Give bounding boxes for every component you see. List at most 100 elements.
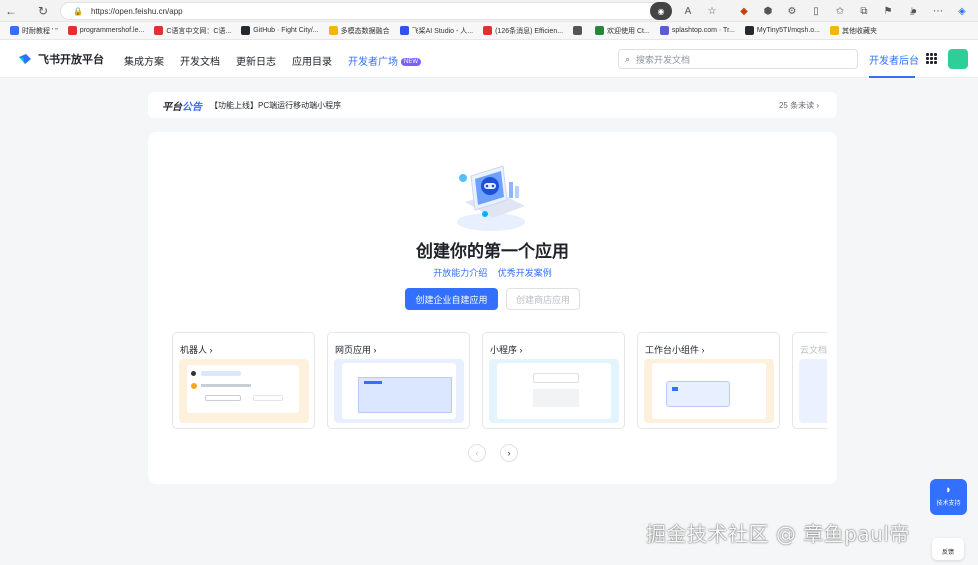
nav-item-developer-plaza-label: 开发者广场 <box>348 57 398 68</box>
app-grid-icon[interactable] <box>926 53 937 64</box>
extensions-icon[interactable]: ⚑ <box>880 2 896 20</box>
bookmark-item[interactable]: 飞桨AI Studio - 人... <box>399 26 474 36</box>
avatar[interactable] <box>948 49 968 69</box>
bookmark-item[interactable]: (126条消息) Efficien... <box>483 26 563 36</box>
bookmarks-bar: 时耐教程 ' " programmershof.le... C语言中文网：C语...… <box>0 22 978 40</box>
bookmark-label: (126条消息) Efficien... <box>495 27 564 35</box>
watermark: 掘金技术社区 @ 章鱼paul帝 <box>646 522 910 546</box>
bookmark-label: C语言中文网：C语... <box>166 27 232 35</box>
app-type-card-miniapp[interactable]: 小程序 › <box>482 332 625 429</box>
app-type-card-widget[interactable]: 工作台小组件 › <box>637 332 780 429</box>
developer-console-link[interactable]: 开发者后台 <box>869 52 919 67</box>
address-url: https://open.feishu.cn/app <box>90 6 183 16</box>
bookmark-item[interactable] <box>573 26 585 35</box>
extension-gear-icon[interactable]: ⚙ <box>784 2 800 20</box>
nav-item-solutions[interactable]: 集成方案 <box>124 53 164 68</box>
back-icon[interactable]: ← <box>0 0 22 22</box>
support-label: 技术支持 <box>936 501 961 507</box>
chevron-right-icon: › <box>816 101 819 110</box>
bookmark-item[interactable]: C语言中文网：C语... <box>154 26 231 36</box>
split-screen-icon[interactable]: ▯ <box>808 2 824 20</box>
card-preview <box>799 359 827 423</box>
bookmark-label: splashtop.com · Tr... <box>671 27 735 34</box>
nav-item-docs[interactable]: 开发文档 <box>180 53 220 68</box>
bookmark-item[interactable]: 其他收藏夹 <box>830 26 877 36</box>
bookmark-item[interactable]: GitHub · Fight City/... <box>241 26 319 35</box>
bookmark-label: MyTiny5TI/mqsh.o... <box>756 27 821 34</box>
bookmark-item[interactable]: 多模态数据融合 <box>328 26 390 36</box>
announcement-bar[interactable]: 平台公告 【功能上线】PC端运行移动端小程序 25 条未读 › <box>148 92 837 118</box>
card-preview <box>334 359 464 423</box>
card-preview <box>644 359 774 423</box>
search-placeholder: 搜索开发文档 <box>636 54 691 65</box>
chevron-right-icon: › <box>209 345 213 355</box>
card-title: 工作台小组件 › <box>645 345 705 355</box>
profile-avatar-icon[interactable]: ● <box>906 2 922 20</box>
extension-shield-icon[interactable]: ⬢ <box>760 2 776 20</box>
copilot-icon[interactable]: ◈ <box>954 2 970 20</box>
announcement-unread-count[interactable]: 25 条未读 › <box>779 100 819 111</box>
favorites-icon[interactable]: ✩ <box>832 2 848 20</box>
main-nav: 集成方案 开发文档 更新日志 应用目录 开发者广场 NEW <box>124 53 421 68</box>
card-preview <box>489 359 619 423</box>
bookmark-favicon-icon <box>399 26 409 35</box>
bookmark-favicon-icon <box>830 26 840 35</box>
chevron-right-icon: › <box>519 345 523 355</box>
read-aloud-icon[interactable]: A <box>680 2 696 20</box>
app-type-card-bot[interactable]: 机器人 › <box>172 332 315 429</box>
nav-item-changelog[interactable]: 更新日志 <box>236 53 276 68</box>
create-custom-app-button[interactable]: 创建企业自建应用 <box>405 288 498 310</box>
brand[interactable]: 飞书开放平台 <box>18 51 104 67</box>
extension-icon[interactable]: ◆ <box>736 2 752 20</box>
page-title: 创建你的第一个应用 <box>416 242 569 261</box>
create-store-app-button[interactable]: 创建商店应用 <box>506 288 580 310</box>
tech-support-button[interactable]: ◗ 技术支持 <box>930 479 967 515</box>
search-input[interactable]: ⌕ 搜索开发文档 <box>618 49 858 69</box>
new-badge: NEW <box>401 58 421 67</box>
bookmark-favicon-icon <box>659 26 669 35</box>
bookmark-item[interactable]: 时耐教程 ' " <box>10 26 58 36</box>
lock-icon: 🔒 <box>73 6 83 16</box>
brand-name: 飞书开放平台 <box>38 54 104 66</box>
browser-toolbar: ← ↻ 🔒 https://open.feishu.cn/app ◉ A ☆ ◆… <box>0 0 978 22</box>
bookmark-favicon-icon <box>573 26 583 35</box>
feedback-button[interactable]: 反馈 <box>932 538 964 560</box>
bookmark-favicon-icon <box>483 26 493 35</box>
carousel-prev-button[interactable]: ‹ <box>468 444 486 462</box>
tracking-icon[interactable]: ◉ <box>650 2 672 20</box>
bookmark-favicon-icon <box>67 26 77 35</box>
app-type-card-web[interactable]: 网页应用 › <box>327 332 470 429</box>
intro-links: 开放能力介绍 优秀开发案例 <box>148 266 837 279</box>
chevron-right-icon: › <box>701 345 705 355</box>
bookmark-item[interactable]: programmershof.le... <box>67 26 145 35</box>
nav-item-developer-plaza[interactable]: 开发者广场 NEW <box>348 53 421 68</box>
bookmark-favicon-icon <box>328 26 338 35</box>
bookmark-label: 欢迎使用 Ct... <box>607 27 650 35</box>
reload-icon[interactable]: ↻ <box>32 0 54 22</box>
bookmark-label: 其他收藏夹 <box>842 27 878 35</box>
bookmark-item[interactable]: MyTiny5TI/mqsh.o... <box>744 26 821 35</box>
feishu-logo-icon <box>19 54 31 64</box>
dev-cases-link[interactable]: 优秀开发案例 <box>498 268 552 278</box>
bookmark-item[interactable]: splashtop.com · Tr... <box>659 26 735 35</box>
card-preview <box>179 359 309 423</box>
create-app-panel: 创建你的第一个应用 开放能力介绍 优秀开发案例 创建企业自建应用 创建商店应用 … <box>148 132 837 484</box>
card-title: 小程序 › <box>490 345 523 355</box>
open-capability-link[interactable]: 开放能力介绍 <box>433 268 487 278</box>
headset-icon: ◗ <box>945 484 952 496</box>
bookmark-favicon-icon <box>744 26 754 35</box>
nav-item-app-directory[interactable]: 应用目录 <box>292 53 332 68</box>
address-bar[interactable]: 🔒 https://open.feishu.cn/app <box>60 2 668 20</box>
bookmark-favicon-icon <box>241 26 251 35</box>
bookmark-label: 飞桨AI Studio - 人... <box>411 27 474 35</box>
bookmark-label: programmershof.le... <box>79 27 145 34</box>
carousel-next-button[interactable]: › <box>500 444 518 462</box>
favorite-star-icon[interactable]: ☆ <box>704 2 720 20</box>
bookmark-item[interactable]: 欢迎使用 Ct... <box>595 26 650 36</box>
app-type-card-docs[interactable]: 云文档 <box>792 332 827 429</box>
collections-icon[interactable]: ⧉ <box>856 2 872 20</box>
more-menu-icon[interactable]: ⋯ <box>930 2 946 20</box>
card-title: 网页应用 › <box>335 345 377 355</box>
site-header: 飞书开放平台 集成方案 开发文档 更新日志 应用目录 开发者广场 NEW ⌕ 搜索… <box>0 40 978 78</box>
card-title: 云文档 <box>800 345 827 355</box>
